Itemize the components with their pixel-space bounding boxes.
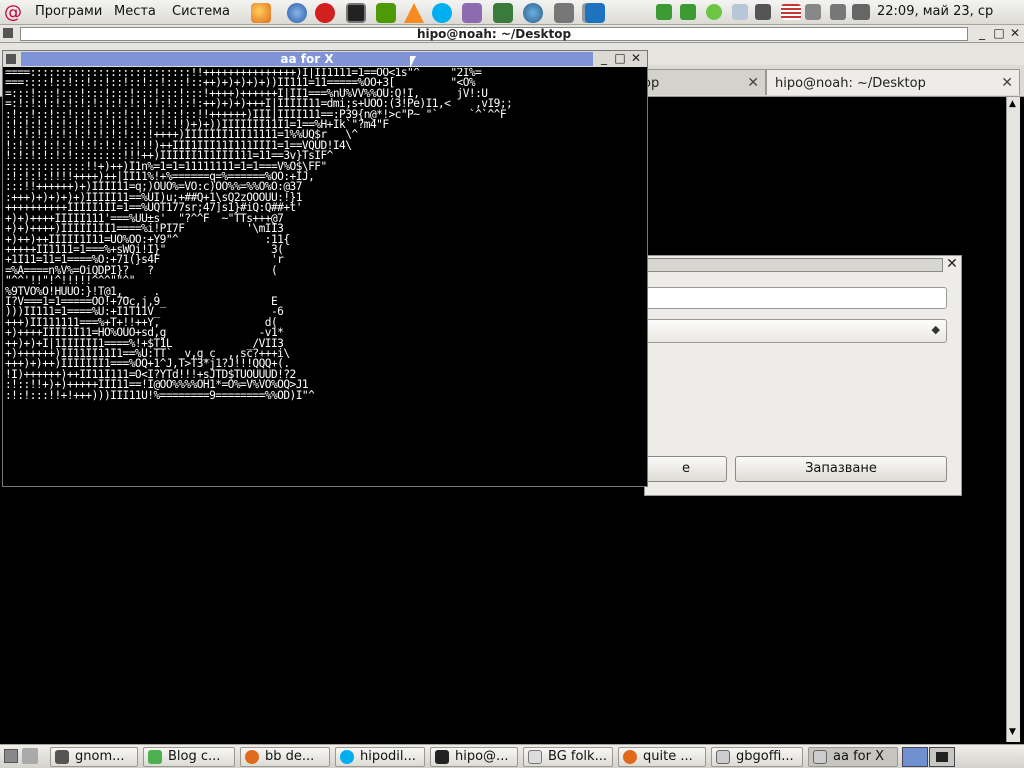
debian-logo-icon[interactable]: @ — [4, 3, 26, 23]
aa-titlebar[interactable]: aa for X _ □ ✕ — [3, 51, 647, 67]
power-icon[interactable] — [830, 4, 846, 20]
skype-icon — [340, 750, 354, 764]
task-gnome[interactable]: gnom... — [50, 747, 138, 767]
volume-icon[interactable] — [805, 4, 821, 20]
task-label: bb de... — [265, 749, 315, 764]
task-label: gbgoffi... — [736, 749, 794, 764]
window-menu-icon[interactable] — [6, 54, 16, 64]
menu-system[interactable]: Система — [172, 4, 230, 19]
scroll-down-icon[interactable]: ▼ — [1009, 727, 1016, 737]
window-icon — [716, 750, 730, 764]
skype-icon[interactable] — [432, 3, 452, 23]
minimize-icon[interactable]: _ — [975, 26, 989, 40]
archive-icon[interactable] — [554, 3, 574, 23]
show-desktop-icon[interactable] — [4, 749, 18, 763]
vlc-icon[interactable] — [404, 3, 424, 23]
bluetooth-icon[interactable] — [732, 4, 748, 20]
close-tab-icon[interactable]: ✕ — [1001, 75, 1013, 91]
task-label: gnom... — [75, 749, 125, 764]
ascii-art: ====::::::::::::::::::::::::::!!++++++++… — [5, 68, 513, 402]
window-menu-icon[interactable] — [3, 28, 13, 38]
chevron-updown-icon: ◆ — [931, 323, 940, 336]
menu-applications[interactable]: Програми — [35, 4, 102, 19]
taskbar: gnom... Blog c... bb de... hipodil... hi… — [0, 744, 1024, 768]
task-gbgoffice[interactable]: gbgoffi... — [711, 747, 803, 767]
task-quite[interactable]: quite ... — [618, 747, 706, 767]
task-label: hipodil... — [360, 749, 416, 764]
top-panel: @ Програми Места Система 22:09, май 23, … — [0, 0, 1024, 25]
save-button[interactable]: Запазване — [735, 456, 947, 482]
opera-icon[interactable] — [315, 3, 335, 23]
terminal-icon — [435, 750, 449, 764]
dialog-titlebar[interactable] — [645, 258, 943, 272]
trash-icon[interactable] — [22, 748, 38, 764]
menu-places[interactable]: Места — [114, 4, 156, 19]
task-blog[interactable]: Blog c... — [143, 747, 235, 767]
task-aa-for-x[interactable]: aa for X — [808, 747, 898, 767]
leaf-icon[interactable] — [706, 4, 722, 20]
package-icon[interactable] — [493, 3, 513, 23]
task-bb[interactable]: bb de... — [240, 747, 330, 767]
task-label: aa for X — [833, 749, 884, 764]
folder-combo[interactable]: ◆ — [645, 319, 947, 343]
pidgin-icon[interactable] — [462, 3, 482, 23]
globe-icon[interactable] — [523, 3, 543, 23]
maximize-icon[interactable]: □ — [613, 51, 627, 65]
scroll-up-icon[interactable]: ▲ — [1009, 99, 1016, 109]
terminal-titlebar[interactable]: hipo@noah: ~/Desktop _ □ ✕ — [0, 25, 1024, 43]
close-icon[interactable]: ✕ — [629, 51, 643, 65]
window-icon — [813, 750, 827, 764]
minimize-icon[interactable]: _ — [597, 51, 611, 65]
chat-icon[interactable] — [656, 4, 672, 20]
tab-label: hipo@noah: ~/Desktop — [775, 76, 926, 91]
workspace-2[interactable] — [929, 747, 955, 767]
close-icon[interactable]: ✕ — [945, 257, 959, 271]
iceweasel-icon — [623, 750, 637, 764]
aa-window: aa for X _ □ ✕ ====:::::::::::::::::::::… — [2, 50, 648, 487]
clock[interactable]: 22:09, май 23, ср — [877, 4, 993, 19]
task-label: Blog c... — [168, 749, 221, 764]
workspace-1[interactable] — [902, 747, 928, 767]
tab-desktop[interactable]: hipo@noah: ~/Desktop ✕ — [766, 69, 1020, 95]
task-bg-folk[interactable]: BG folk... — [523, 747, 613, 767]
iceweasel-icon[interactable] — [251, 3, 271, 23]
cancel-button[interactable]: е — [645, 456, 727, 482]
iceweasel-icon — [245, 750, 259, 764]
network-status-icon[interactable] — [755, 4, 771, 20]
task-label: quite ... — [643, 749, 693, 764]
aa-canvas[interactable]: ====::::::::::::::::::::::::::!!++++++++… — [5, 68, 645, 484]
task-skype[interactable]: hipodil... — [335, 747, 425, 767]
terminal-icon — [936, 752, 948, 762]
task-label: BG folk... — [548, 749, 607, 764]
leaf-icon — [148, 750, 162, 764]
maximize-icon[interactable]: □ — [992, 26, 1006, 40]
task-terminal[interactable]: hipo@... — [430, 747, 518, 767]
thunderbird-icon[interactable] — [287, 3, 307, 23]
battery-icon[interactable] — [852, 4, 870, 20]
teamviewer-icon[interactable] — [585, 3, 605, 23]
task-label: hipo@... — [455, 749, 509, 764]
flag-icon[interactable] — [781, 4, 801, 20]
close-tab-icon[interactable]: ✕ — [747, 75, 759, 91]
filename-input[interactable] — [645, 287, 947, 309]
terminal-icon[interactable] — [346, 3, 366, 23]
mouse-pointer-icon — [410, 56, 422, 68]
terminal-scrollbar[interactable]: ▲ ▼ — [1006, 97, 1020, 742]
terminal-title: hipo@noah: ~/Desktop — [20, 27, 968, 41]
save-dialog: ✕ ◆ е Запазване — [644, 255, 962, 496]
ascii-line: :!:!:::!!+!+++)))III11U!%========9======… — [5, 388, 315, 402]
aa-title: aa for X — [21, 52, 593, 66]
camera-icon — [55, 750, 69, 764]
mail-icon[interactable] — [680, 4, 696, 20]
network-icon[interactable] — [376, 3, 396, 23]
close-icon[interactable]: ✕ — [1008, 26, 1022, 40]
document-icon — [528, 750, 542, 764]
